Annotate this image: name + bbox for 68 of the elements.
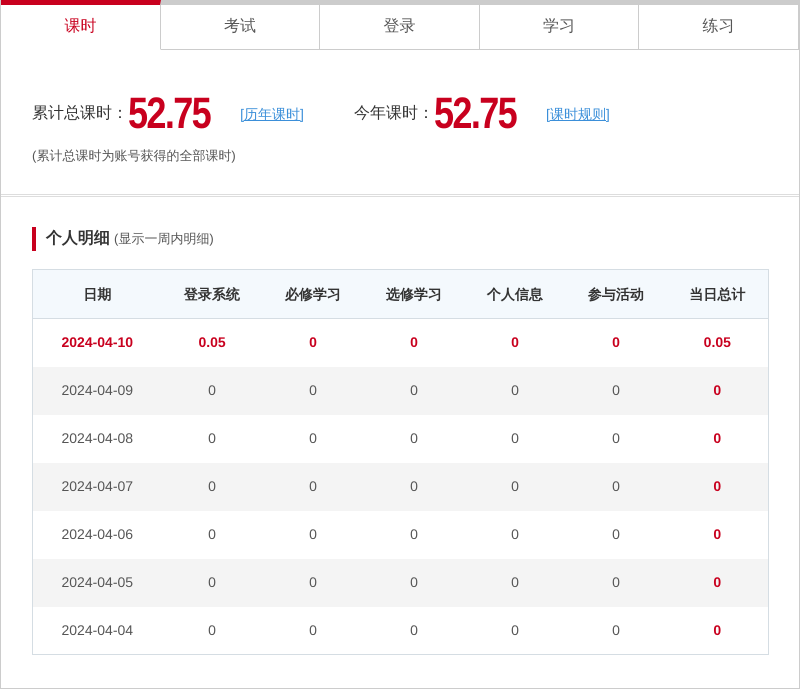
table-cell: 2024-04-09 bbox=[32, 366, 162, 414]
tab[interactable]: 考试 bbox=[160, 0, 320, 50]
table-cell: 0.05 bbox=[666, 318, 768, 366]
table-cell: 0 bbox=[464, 510, 566, 558]
table-cell: 0 bbox=[162, 414, 263, 462]
tab[interactable]: 练习 bbox=[639, 0, 799, 50]
table-cell: 2024-04-06 bbox=[32, 510, 162, 558]
table-cell: 0 bbox=[162, 366, 263, 414]
table-cell: 0 bbox=[566, 366, 667, 414]
tab[interactable]: 课时 bbox=[1, 0, 161, 50]
table-cell: 0 bbox=[262, 510, 364, 558]
table-cell: 0 bbox=[162, 558, 263, 606]
table-cell: 0 bbox=[364, 558, 465, 606]
column-header: 选修学习 bbox=[364, 270, 465, 318]
table-cell: 0 bbox=[566, 558, 667, 606]
table-cell: 0 bbox=[666, 510, 768, 558]
column-header: 个人信息 bbox=[464, 270, 566, 318]
table-cell: 0 bbox=[464, 414, 566, 462]
stat-value: 52.75 bbox=[434, 92, 516, 136]
note-text: (累计总课时为账号获得的全部课时) bbox=[32, 147, 237, 165]
table-cell: 0 bbox=[566, 462, 667, 510]
section-subtitle: (显示一周内明细) bbox=[114, 230, 214, 248]
table-cell: 0 bbox=[364, 318, 465, 366]
table-cell: 0 bbox=[464, 366, 566, 414]
table-cell: 0 bbox=[566, 414, 667, 462]
table-cell: 0 bbox=[566, 606, 667, 654]
table-cell: 0 bbox=[666, 462, 768, 510]
column-header: 日期 bbox=[32, 270, 162, 318]
table-cell: 0 bbox=[262, 414, 364, 462]
table-cell: 0 bbox=[364, 606, 465, 654]
table-cell: 0 bbox=[162, 510, 263, 558]
section-title: 个人明细 bbox=[46, 228, 110, 249]
table-cell: 0 bbox=[364, 414, 465, 462]
table-cell: 0 bbox=[364, 462, 465, 510]
table-cell: 0 bbox=[566, 318, 667, 366]
stat-label: 今年课时： bbox=[354, 104, 434, 124]
table-cell: 0 bbox=[262, 366, 364, 414]
table-cell: 0 bbox=[666, 414, 768, 462]
table-cell: 0 bbox=[464, 606, 566, 654]
table-cell: 0.05 bbox=[162, 318, 263, 366]
table-cell: 0 bbox=[162, 606, 263, 654]
table-cell: 0 bbox=[262, 318, 364, 366]
table-cell: 2024-04-08 bbox=[32, 414, 162, 462]
table-cell: 0 bbox=[566, 510, 667, 558]
table-cell: 0 bbox=[666, 366, 768, 414]
table-cell: 2024-04-07 bbox=[32, 462, 162, 510]
column-header: 必修学习 bbox=[262, 270, 364, 318]
table-cell: 0 bbox=[262, 462, 364, 510]
stat-label: 累计总课时： bbox=[32, 104, 128, 124]
column-header: 当日总计 bbox=[666, 270, 768, 318]
tab[interactable]: 学习 bbox=[480, 0, 640, 50]
tab[interactable]: 登录 bbox=[320, 0, 480, 50]
table-cell: 0 bbox=[162, 462, 263, 510]
table-cell: 0 bbox=[262, 558, 364, 606]
table-cell: 0 bbox=[464, 318, 566, 366]
column-header: 登录系统 bbox=[162, 270, 263, 318]
table-cell: 0 bbox=[666, 606, 768, 654]
column-header: 参与活动 bbox=[566, 270, 667, 318]
table-cell: 2024-04-10 bbox=[32, 318, 162, 366]
table-cell: 0 bbox=[666, 558, 768, 606]
table-cell: 0 bbox=[364, 366, 465, 414]
table-cell: 2024-04-05 bbox=[32, 558, 162, 606]
stat-value: 52.75 bbox=[128, 92, 210, 136]
table-cell: 2024-04-04 bbox=[32, 606, 162, 654]
table-cell: 0 bbox=[464, 558, 566, 606]
table-cell: 0 bbox=[364, 510, 465, 558]
table-cell: 0 bbox=[262, 606, 364, 654]
table-cell: 0 bbox=[464, 462, 566, 510]
